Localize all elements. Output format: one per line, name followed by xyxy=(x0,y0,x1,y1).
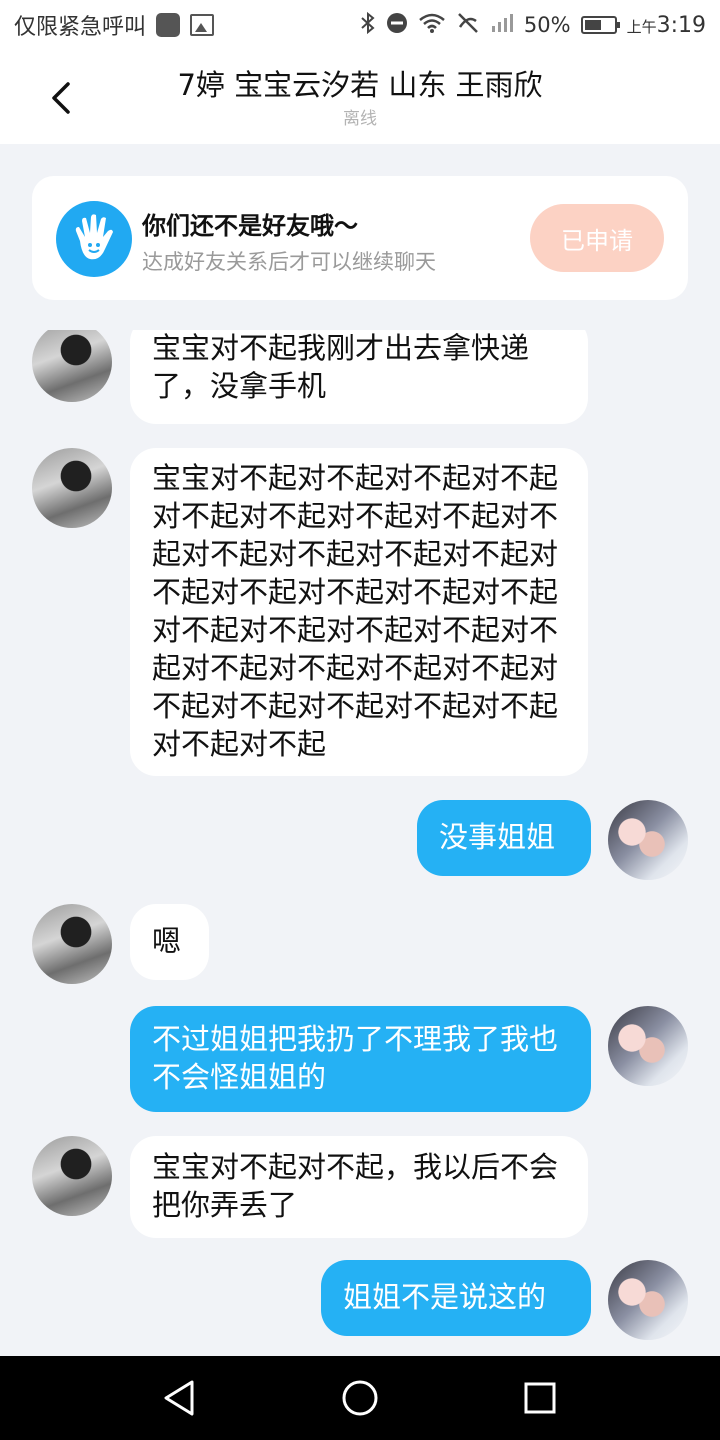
image-notification-icon xyxy=(190,14,215,36)
waving-hand-icon xyxy=(56,201,132,277)
message-bubble[interactable]: 姐姐不是说这的 xyxy=(321,1260,591,1336)
online-status: 离线 xyxy=(343,109,377,129)
home-circle-icon xyxy=(342,1380,378,1416)
carrier-text: 仅限紧急呼叫 xyxy=(14,15,147,40)
notification-app-icon xyxy=(156,13,181,37)
message-bubble[interactable]: 宝宝对不起对不起对不起对不起对不起对不起对不起对不起对不起对不起对不起对不起对不… xyxy=(130,448,588,776)
message-bubble[interactable]: 不过姐姐把我扔了不理我了我也不会怪姐姐的 xyxy=(130,1006,591,1112)
contact-name[interactable]: 7婷 宝宝云汐若 山东 王雨欣 xyxy=(0,62,720,104)
back-triangle-icon xyxy=(164,1380,194,1416)
avatar[interactable] xyxy=(608,800,688,880)
not-friend-notice: 你们还不是好友哦～ 达成好友关系后才可以继续聊天 已申请 xyxy=(32,176,688,300)
avatar[interactable] xyxy=(608,1006,688,1086)
avatar[interactable] xyxy=(32,1136,112,1216)
navigation-bar xyxy=(0,1356,720,1440)
message-list[interactable]: 宝宝对不起我刚才出去拿快递了，没拿手机 宝宝对不起对不起对不起对不起对不起对不起… xyxy=(0,330,720,1356)
battery-percent: 50% xyxy=(523,13,571,37)
battery-icon xyxy=(580,16,620,34)
avatar[interactable] xyxy=(32,448,112,528)
status-bar: 仅限紧急呼叫 50% 上午3:19 xyxy=(0,0,720,50)
message-bubble[interactable]: 宝宝对不起我刚才出去拿快递了，没拿手机 xyxy=(130,330,588,424)
chat-header: 7婷 宝宝云汐若 山东 王雨欣 离线 xyxy=(0,50,720,144)
clock-ampm: 上午 xyxy=(626,17,657,36)
message-bubble[interactable]: 宝宝对不起对不起，我以后不会把你弄丢了 xyxy=(130,1136,588,1238)
avatar[interactable] xyxy=(32,904,112,984)
nav-recents-button[interactable] xyxy=(520,1378,560,1418)
recents-square-icon xyxy=(524,1382,556,1414)
nav-home-button[interactable] xyxy=(340,1378,380,1418)
signal-icon xyxy=(490,12,514,39)
wifi-icon xyxy=(418,12,446,39)
bluetooth-icon xyxy=(360,11,376,40)
applied-button[interactable]: 已申请 xyxy=(530,204,664,272)
avatar[interactable] xyxy=(608,1260,688,1340)
no-call-icon xyxy=(456,11,480,40)
notice-subtitle: 达成好友关系后才可以继续聊天 xyxy=(142,250,436,274)
avatar[interactable] xyxy=(32,330,112,402)
nav-back-button[interactable] xyxy=(160,1378,200,1418)
notice-title: 你们还不是好友哦～ xyxy=(142,212,358,240)
message-bubble[interactable]: 嗯 xyxy=(130,904,209,980)
clock-time: 3:19 xyxy=(656,12,706,38)
do-not-disturb-icon xyxy=(386,12,408,39)
message-bubble[interactable]: 没事姐姐 xyxy=(417,800,591,876)
